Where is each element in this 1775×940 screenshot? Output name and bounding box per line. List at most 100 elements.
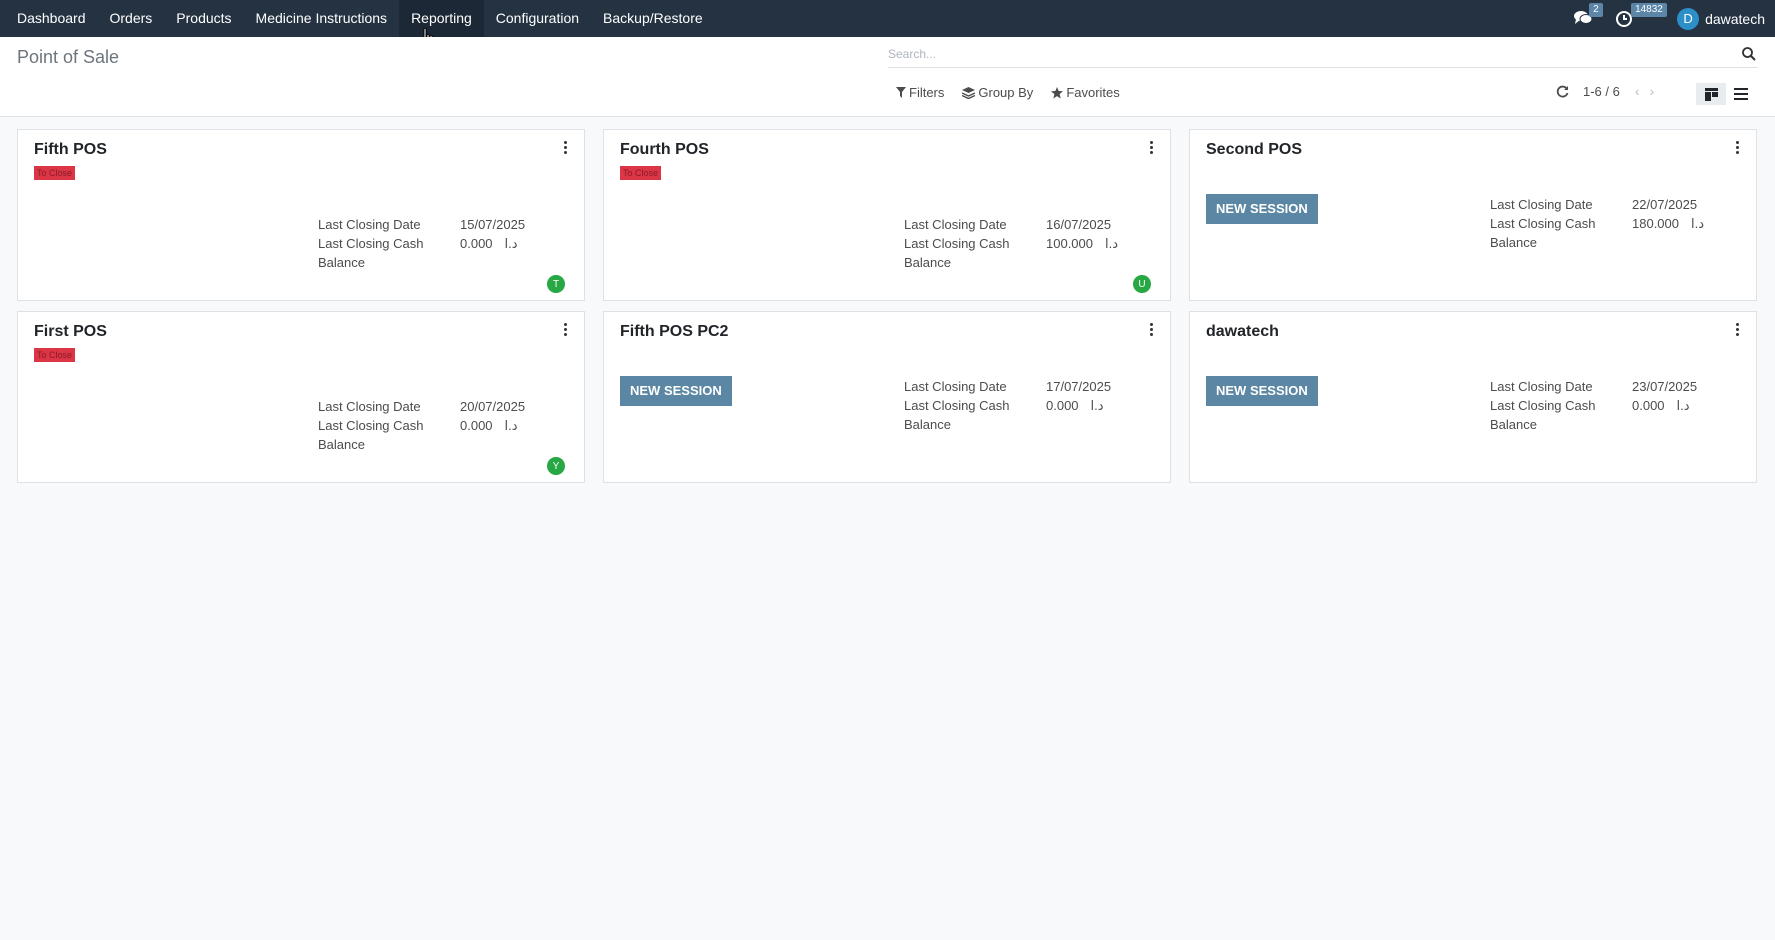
search-input[interactable] <box>888 43 1708 65</box>
pos-name[interactable]: Fifth POS PC2 <box>620 323 728 341</box>
closing-info: Last Closing Date 16/07/2025 Last Closing… <box>904 215 1118 272</box>
pos-card[interactable]: Fifth POS To Close Last Closing Date 15/0… <box>17 129 585 301</box>
closing-info: Last Closing Date 15/07/2025 Last Closing… <box>318 215 525 272</box>
currency-symbol: د.ا <box>504 236 518 251</box>
view-switcher <box>1696 83 1756 105</box>
favorites-label: Favorites <box>1066 85 1120 100</box>
pager-next-icon[interactable]: › <box>1650 83 1655 99</box>
last-closing-cash-label: Last Closing Cash <box>1490 398 1596 413</box>
menu-products[interactable]: Products <box>164 0 243 37</box>
page-title: Point of Sale <box>17 47 120 67</box>
list-icon <box>1734 88 1748 100</box>
currency-symbol: د.ا <box>504 418 518 433</box>
closing-info: Last Closing Date 20/07/2025 Last Closing… <box>318 397 525 454</box>
search-bar <box>888 43 1758 68</box>
search-options: Filters Group By Favorites <box>896 85 1138 100</box>
pos-card[interactable]: Second POS NEW SESSION Last Closing Date… <box>1189 129 1757 301</box>
card-menu-icon[interactable] <box>1146 141 1156 157</box>
closing-info: Last Closing Date 17/07/2025 Last Closing… <box>904 377 1111 434</box>
messages-button[interactable]: 2 <box>1573 2 1603 29</box>
pager-value[interactable]: 1-6 / 6 <box>1583 84 1620 99</box>
star-icon <box>1051 86 1064 98</box>
balance-label: Balance <box>318 255 365 270</box>
pos-name[interactable]: First POS <box>34 323 107 341</box>
new-session-button[interactable]: NEW SESSION <box>1206 376 1318 406</box>
user-menu[interactable]: D dawatech <box>1677 7 1765 30</box>
last-closing-date-label: Last Closing Date <box>318 399 421 414</box>
user-avatar: T <box>547 275 565 293</box>
menu-reporting[interactable]: Reporting <box>399 0 484 37</box>
favorites-button[interactable]: Favorites <box>1051 85 1120 100</box>
pos-name[interactable]: dawatech <box>1206 323 1279 341</box>
last-closing-cash-value: 180.000 <box>1632 216 1679 231</box>
currency-symbol: د.ا <box>1676 398 1690 413</box>
search-icon[interactable] <box>1742 47 1756 61</box>
balance-label: Balance <box>1490 235 1537 250</box>
closing-info: Last Closing Date 22/07/2025 Last Closing… <box>1490 195 1704 252</box>
user-avatar: U <box>1133 275 1151 293</box>
list-view-button[interactable] <box>1726 83 1756 105</box>
last-closing-date-label: Last Closing Date <box>904 379 1007 394</box>
pos-name[interactable]: Fifth POS <box>34 141 107 159</box>
activities-count-badge: 14832 <box>1631 2 1667 17</box>
menu-medicine-instructions[interactable]: Medicine Instructions <box>244 0 400 37</box>
new-session-button[interactable]: NEW SESSION <box>1206 194 1318 224</box>
refresh-icon[interactable] <box>1556 85 1569 98</box>
group-by-button[interactable]: Group By <box>962 85 1033 100</box>
balance-label: Balance <box>1490 417 1537 432</box>
pos-card[interactable]: First POS To Close Last Closing Date 20/0… <box>17 311 585 483</box>
currency-symbol: د.ا <box>1105 236 1119 251</box>
last-closing-date-value: 22/07/2025 <box>1632 197 1698 212</box>
last-closing-cash-label: Last Closing Cash <box>318 418 424 433</box>
last-closing-cash-label: Last Closing Cash <box>318 236 424 251</box>
card-menu-icon[interactable] <box>1146 323 1156 339</box>
pager: 1-6 / 6 ‹ › <box>1556 83 1659 99</box>
last-closing-cash-value: 100.000 <box>1046 236 1093 251</box>
new-session-button[interactable]: NEW SESSION <box>620 376 732 406</box>
card-menu-icon[interactable] <box>1732 141 1742 157</box>
closing-info: Last Closing Date 23/07/2025 Last Closing… <box>1490 377 1697 434</box>
menu-configuration[interactable]: Configuration <box>484 0 591 37</box>
kanban-view-button[interactable] <box>1696 83 1726 105</box>
group-by-label: Group By <box>978 85 1034 100</box>
pos-card[interactable]: dawatech NEW SESSION Last Closing Date 23… <box>1189 311 1757 483</box>
last-closing-date-label: Last Closing Date <box>318 217 421 232</box>
balance-label: Balance <box>904 255 951 270</box>
last-closing-date-label: Last Closing Date <box>904 217 1007 232</box>
status-badge: To Close <box>34 348 76 362</box>
pos-card[interactable]: Fourth POS To Close Last Closing Date 16/… <box>603 129 1171 301</box>
card-menu-icon[interactable] <box>1732 323 1742 339</box>
user-avatar: Y <box>547 457 565 475</box>
filters-label: Filters <box>909 85 945 100</box>
layers-icon <box>962 86 976 99</box>
last-closing-cash-label: Last Closing Cash <box>1490 216 1596 231</box>
pager-previous-icon[interactable]: ‹ <box>1635 83 1640 99</box>
last-closing-cash-label: Last Closing Cash <box>904 236 1010 251</box>
messages-count-badge: 2 <box>1589 2 1603 17</box>
last-closing-date-value: 15/07/2025 <box>460 217 526 232</box>
last-closing-date-value: 20/07/2025 <box>460 399 526 414</box>
currency-symbol: د.ا <box>1090 398 1104 413</box>
currency-symbol: د.ا <box>1691 216 1705 231</box>
status-badge: To Close <box>34 166 76 180</box>
balance-label: Balance <box>904 417 951 432</box>
menu-backup-restore[interactable]: Backup/Restore <box>591 0 715 37</box>
systray: 2 14832 D dawatech <box>1573 0 1765 37</box>
activities-button[interactable]: 14832 <box>1615 2 1667 29</box>
last-closing-date-label: Last Closing Date <box>1490 197 1593 212</box>
user-name: dawatech <box>1705 10 1765 27</box>
avatar: D <box>1677 7 1700 30</box>
menu-orders[interactable]: Orders <box>98 0 165 37</box>
last-closing-date-label: Last Closing Date <box>1490 379 1593 394</box>
balance-label: Balance <box>318 437 365 452</box>
card-menu-icon[interactable] <box>560 323 570 339</box>
menu-dashboard[interactable]: Dashboard <box>0 0 98 37</box>
last-closing-cash-value: 0.000 <box>460 418 493 433</box>
card-menu-icon[interactable] <box>560 141 570 157</box>
pos-name[interactable]: Second POS <box>1206 141 1302 159</box>
filters-button[interactable]: Filters <box>896 85 944 100</box>
pos-card[interactable]: Fifth POS PC2 NEW SESSION Last Closing D… <box>603 311 1171 483</box>
pos-name[interactable]: Fourth POS <box>620 141 709 159</box>
kanban-icon <box>1704 87 1718 101</box>
top-navbar: Dashboard Orders Products Medicine Instr… <box>0 0 1775 37</box>
